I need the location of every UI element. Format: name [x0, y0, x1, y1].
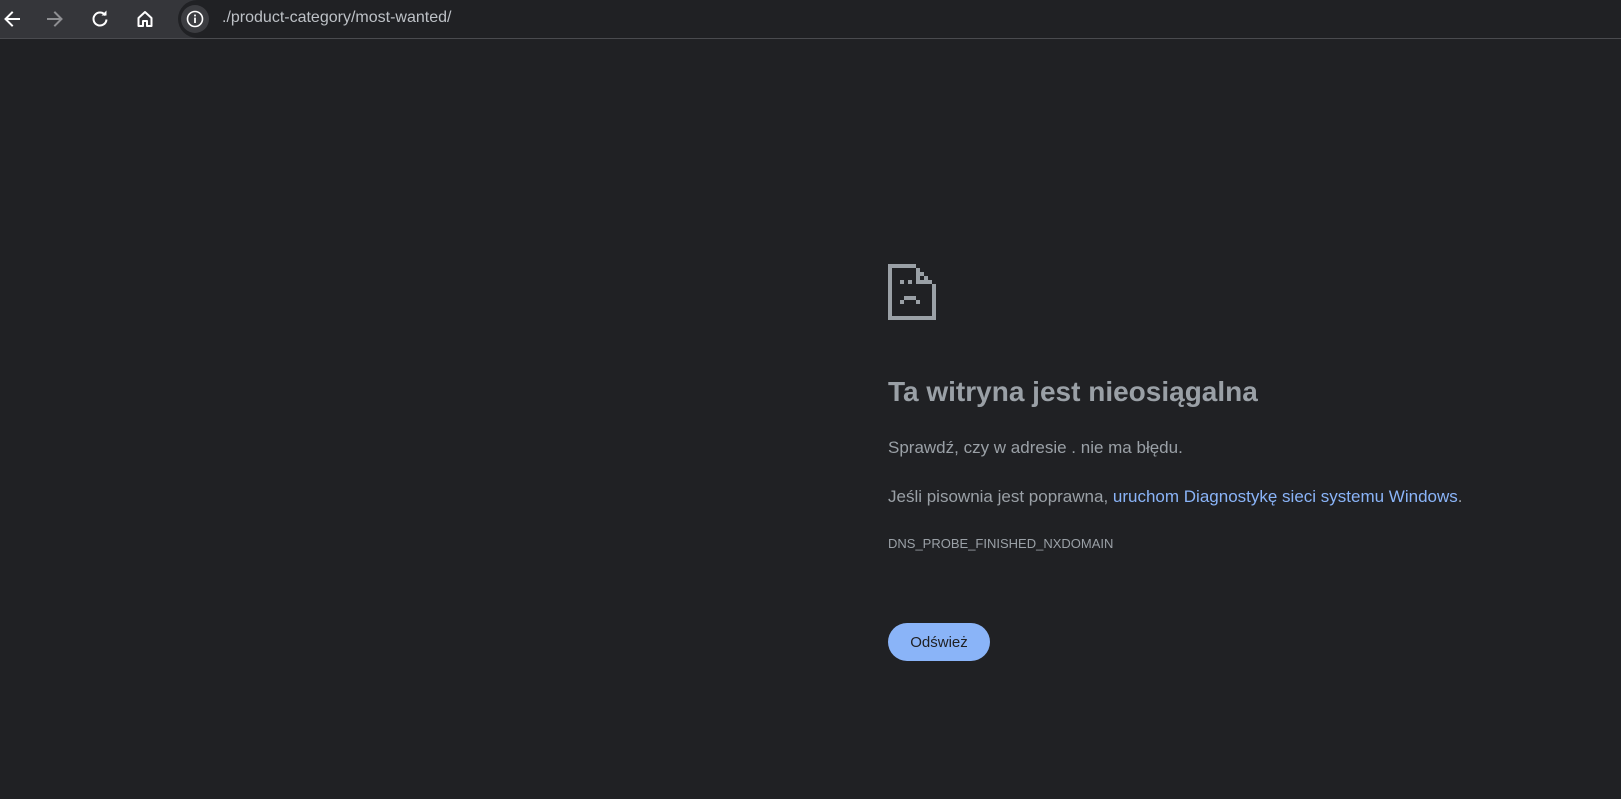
reload-page-button[interactable]: Odśwież: [888, 623, 990, 661]
error-code: DNS_PROBE_FINISHED_NXDOMAIN: [888, 536, 1114, 551]
diagnostics-link[interactable]: uruchom Diagnostykę sieci systemu Window…: [1113, 487, 1458, 506]
home-icon: [137, 11, 153, 27]
address-bar[interactable]: ./product-category/most-wanted/: [178, 0, 1621, 38]
reload-icon: [92, 10, 108, 27]
address-check-text: Sprawdź, czy w adresie . nie ma błędu.: [888, 438, 1183, 457]
browser-toolbar: ./product-category/most-wanted/: [0, 0, 1621, 38]
reload-button[interactable]: [84, 3, 116, 35]
home-button[interactable]: [129, 3, 161, 35]
sad-page-icon: [888, 264, 936, 320]
site-info-button[interactable]: [181, 5, 209, 33]
url-text[interactable]: ./product-category/most-wanted/: [222, 9, 451, 27]
error-heading: Ta witryna jest nieosiągalna: [888, 376, 1258, 407]
forward-button[interactable]: [39, 3, 71, 35]
back-button[interactable]: [0, 3, 28, 35]
diagnostics-text: Jeśli pisownia jest poprawna, uruchom Di…: [888, 487, 1463, 507]
toolbar-divider: [0, 38, 1621, 39]
info-icon: [186, 10, 204, 28]
arrow-right-icon: [47, 11, 63, 27]
arrow-left-icon: [4, 11, 20, 27]
diagnostics-prefix: Jeśli pisownia jest poprawna,: [888, 487, 1113, 506]
diagnostics-suffix: .: [1457, 487, 1463, 506]
